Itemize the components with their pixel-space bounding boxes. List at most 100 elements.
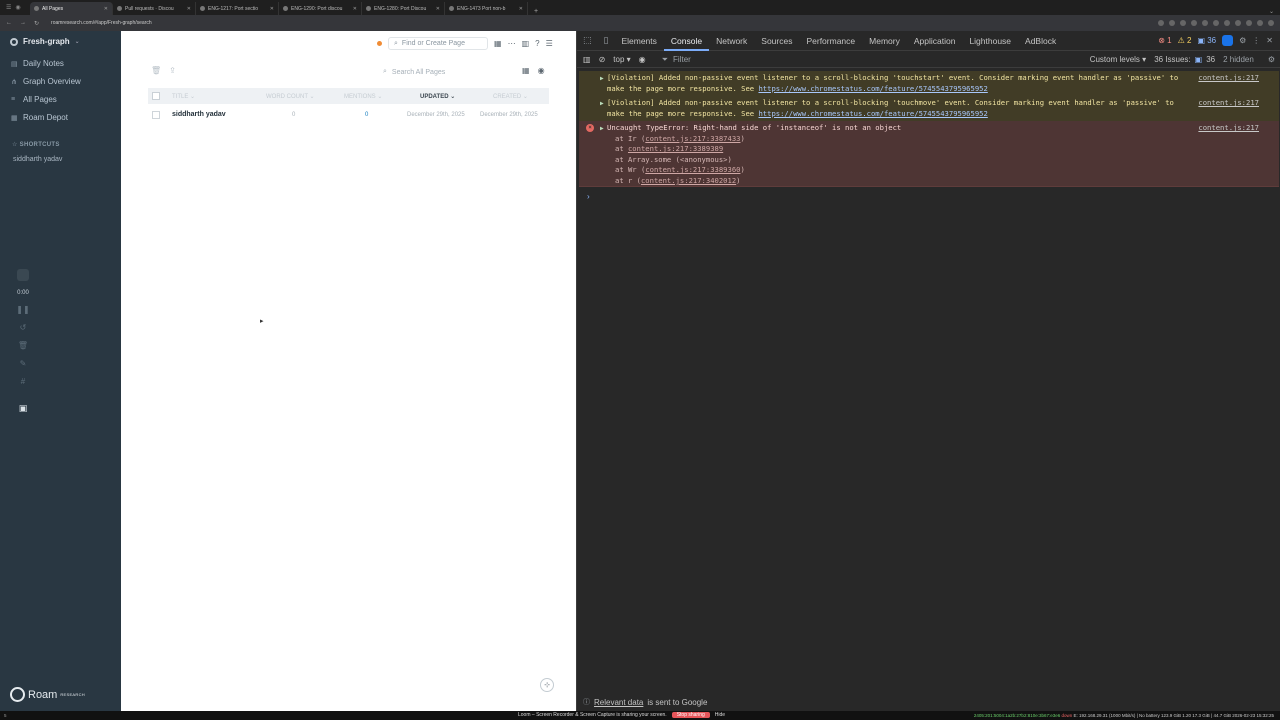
browser-tab[interactable]: ENG-1290: Port discou ✕ (279, 2, 362, 15)
copilot-icon[interactable] (1222, 35, 1234, 46)
message-link[interactable]: https://www.chromestatus.com/feature/574… (758, 84, 987, 93)
forward-icon[interactable]: → (20, 20, 26, 26)
more-icon[interactable]: ⋮ (1252, 36, 1260, 45)
tab-network[interactable]: Network (709, 31, 754, 51)
frame-link[interactable]: content.js:217:3389389 (628, 144, 723, 153)
console-error-message[interactable]: × ▶ Uncaught TypeError: Right-hand side … (579, 121, 1279, 187)
pause-icon[interactable]: ❚❚ (16, 305, 29, 314)
profile-icon[interactable] (1257, 20, 1263, 26)
device-toolbar-icon[interactable]: ▯ (598, 35, 615, 46)
extension-icon[interactable] (1202, 20, 1208, 26)
close-tab-icon[interactable]: ✕ (519, 6, 523, 12)
eye-icon[interactable]: ◉ (639, 55, 646, 64)
export-icon[interactable]: ⇪ (169, 66, 176, 75)
camera-icon[interactable]: ▣ (19, 403, 28, 414)
tab-search-icon[interactable]: ◉ (15, 4, 20, 11)
table-row[interactable]: siddharth yadav 0 0 December 29th, 2025 … (148, 108, 549, 122)
expand-triangle-icon[interactable]: ▶ (600, 74, 604, 85)
new-tab-button[interactable]: + (528, 8, 544, 15)
column-updated[interactable]: UPDATED ⌄ (420, 93, 455, 100)
menu-icon[interactable]: ☰ (6, 4, 11, 11)
draw-icon[interactable]: ✎ (20, 359, 27, 368)
select-all-checkbox[interactable] (152, 92, 160, 100)
tab-sources[interactable]: Sources (754, 31, 799, 51)
relevant-data-link[interactable]: Relevant data (594, 698, 643, 707)
warning-count-badge[interactable]: ⚠ 2 (1178, 36, 1192, 45)
sidebar-item-all-pages[interactable]: ≡ All Pages (11, 95, 57, 104)
zoom-icon[interactable] (1158, 20, 1164, 26)
close-tab-icon[interactable]: ✕ (353, 6, 357, 12)
message-link[interactable]: https://www.chromestatus.com/feature/574… (758, 109, 987, 118)
tab-elements[interactable]: Elements (614, 31, 663, 51)
expand-triangle-icon[interactable]: ▶ (600, 99, 604, 110)
tab-console[interactable]: Console (663, 31, 710, 51)
share-icon[interactable] (1169, 20, 1175, 26)
url-field[interactable]: roamresearch.com/#/app/Fresh-graph/searc… (51, 20, 152, 26)
browser-tab[interactable]: ENG-1280: Port Discou ✕ (362, 2, 445, 15)
menu-icon[interactable]: ☰ (546, 39, 553, 48)
column-word-count[interactable]: WORD COUNT ⌄ (266, 93, 315, 100)
tab-lighthouse[interactable]: Lighthouse (962, 31, 1018, 51)
close-tab-icon[interactable]: ✕ (104, 6, 108, 12)
extension-icon[interactable] (1246, 20, 1252, 26)
restart-icon[interactable]: ↺ (20, 323, 27, 332)
more-icon[interactable]: ⋯ (508, 39, 516, 48)
hide-button[interactable]: Hide (715, 712, 725, 718)
tab-memory[interactable]: Memory (862, 31, 907, 51)
calendar-filter-icon[interactable]: ▦ (522, 66, 530, 75)
close-tab-icon[interactable]: ✕ (270, 6, 274, 12)
browser-tab[interactable]: All Pages ✕ (30, 2, 113, 15)
help-icon[interactable]: ? (535, 39, 539, 48)
sidebar-toggle-icon[interactable]: ▥ (522, 39, 530, 48)
trash-icon[interactable]: 🗑 (18, 341, 28, 350)
sidebar-item-graph-overview[interactable]: ⋔ Graph Overview (11, 77, 81, 86)
message-source-link[interactable]: content.js:217 (1198, 123, 1259, 134)
message-source-link[interactable]: content.js:217 (1198, 73, 1259, 84)
context-selector[interactable]: top ▾ (613, 55, 630, 64)
extension-icon[interactable] (1213, 20, 1219, 26)
tab-application[interactable]: Application (907, 31, 963, 51)
bookmark-icon[interactable] (1180, 20, 1186, 26)
console-warning-message[interactable]: ▶ [Violation] Added non-passive event li… (579, 96, 1279, 123)
expand-triangle-icon[interactable]: ▶ (600, 124, 604, 135)
trash-icon[interactable]: 🗑 (151, 66, 161, 75)
console-warning-message[interactable]: ▶ [Violation] Added non-passive event li… (579, 71, 1279, 98)
reload-icon[interactable]: ↻ (34, 20, 39, 27)
page-title-link[interactable]: siddharth yadav (172, 111, 226, 118)
info-count-badge[interactable]: ▣ 36 (1197, 36, 1216, 45)
help-button[interactable]: ⊹ (540, 678, 554, 692)
sidebar-item-daily-notes[interactable]: ▤ Daily Notes (11, 59, 64, 68)
settings-icon[interactable]: ⚙ (1268, 55, 1280, 64)
log-levels-dropdown[interactable]: Custom levels ▾ (1090, 55, 1147, 64)
tab-adblock[interactable]: AdBlock (1018, 31, 1063, 51)
column-mentions[interactable]: MENTIONS ⌄ (344, 93, 382, 100)
tab-list-icon[interactable]: ⌄ (1269, 8, 1280, 15)
graph-switcher[interactable]: Fresh-graph ⌄ (10, 37, 80, 46)
inspect-icon[interactable]: ⬚ (577, 35, 598, 46)
frame-link[interactable]: content.js:217:3387433 (645, 134, 740, 143)
eye-icon[interactable]: ◉ (538, 66, 545, 75)
console-prompt[interactable]: › (587, 192, 590, 201)
extension-icon[interactable] (1235, 20, 1241, 26)
find-or-create-input[interactable]: ⌕ Find or Create Page (388, 37, 488, 50)
sidebar-item-roam-depot[interactable]: ▦ Roam Depot (11, 113, 68, 122)
loom-record-button[interactable] (17, 269, 29, 281)
close-tab-icon[interactable]: ✕ (187, 6, 191, 12)
settings-icon[interactable]: ⚙ (1239, 36, 1246, 45)
grid-icon[interactable]: # (21, 377, 25, 386)
frame-link[interactable]: content.js:217:3389360 (645, 165, 740, 174)
browser-tab[interactable]: Pull requests · Discou ✕ (113, 2, 196, 15)
extension-icon[interactable] (1191, 20, 1197, 26)
close-icon[interactable]: ✕ (1266, 36, 1273, 45)
mentions-cell[interactable]: 0 (365, 112, 368, 118)
browser-tab[interactable]: ENG-1473 Port non-b ✕ (445, 2, 528, 15)
more-icon[interactable] (1268, 20, 1274, 26)
close-tab-icon[interactable]: ✕ (436, 6, 440, 12)
column-title[interactable]: TITLE ⌄ (172, 93, 195, 100)
issues-button[interactable]: 36 Issues: ▣ 36 (1154, 55, 1215, 64)
row-checkbox[interactable] (152, 111, 160, 119)
clear-console-icon[interactable]: ⊘ (599, 55, 606, 64)
frame-link[interactable]: content.js:217:3402012 (641, 176, 736, 185)
stop-sharing-button[interactable]: Stop sharing (671, 712, 710, 718)
column-created[interactable]: CREATED ⌄ (493, 93, 528, 100)
